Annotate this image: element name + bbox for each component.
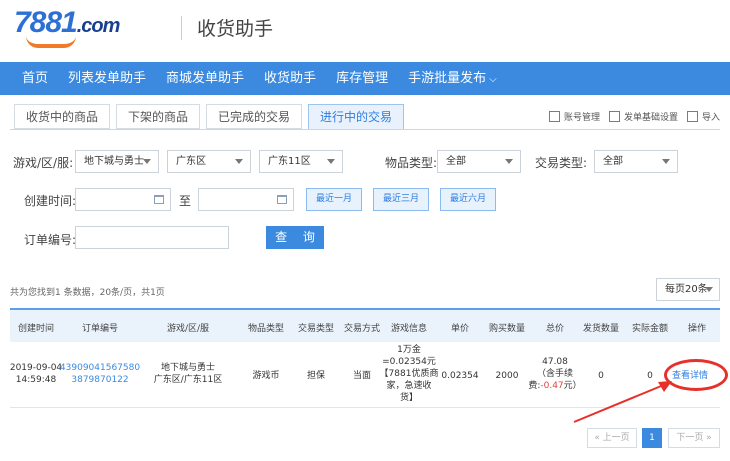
region-select[interactable]: 广东区 [167,150,251,173]
col-action: 操作 [687,324,707,334]
nav-item-list-publish[interactable]: 列表发单助手 [58,62,156,95]
trade-type-label: 交易类型: [535,156,588,170]
prev-page-button[interactable]: « 上一页 [587,428,637,448]
end-date-input[interactable] [198,188,294,211]
per-page-select[interactable]: 每页20条 [656,278,720,301]
trade-type-select[interactable]: 全部 [594,150,678,173]
col-game-info: 游戏信息 [390,324,428,334]
nav-item-home[interactable]: 首页 [12,62,58,95]
dropdown-arrow-icon [143,159,151,164]
calendar-icon [154,195,164,204]
dropdown-arrow-icon [235,159,243,164]
dropdown-arrow-icon [705,287,713,292]
edit-icon [686,111,698,122]
main-nav: 首页 列表发单助手 商城发单助手 收货助手 库存管理 手游批量发布 ⌵ [0,62,730,95]
nav-item-mall-publish[interactable]: 商城发单助手 [156,62,254,95]
item-type-label: 物品类型: [385,156,438,170]
dropdown-arrow-icon [327,159,335,164]
view-detail-link[interactable]: 查看详情 [672,368,708,381]
import-link[interactable]: 导入 [686,110,720,123]
clipboard-icon [608,111,620,122]
tab-in-progress[interactable]: 进行中的交易 [308,104,405,130]
cell-unit-price: 0.02354 [441,371,479,381]
table-header: 创建时间 订单编号 游戏/区/服 物品类型 交易类型 交易方式 游戏信息 单价 … [10,308,720,342]
cell-game-info: 1万金 =0.02354元 【7881优质商 家，急速收 货】 [379,345,439,403]
page-1-button[interactable]: 1 [642,428,662,448]
cell-created: 2019-09-04 14:59:48 [9,363,63,385]
nav-item-receive-helper[interactable]: 收货助手 [254,62,326,95]
last-month-button[interactable]: 最近一月 [306,188,362,211]
dropdown-arrow-icon [505,159,513,164]
logo-smile-mark [26,36,76,48]
search-button[interactable]: 查 询 [266,226,324,249]
chevron-down-icon: ⌵ [489,74,497,85]
col-item-type: 物品类型 [247,324,285,334]
last-six-months-button[interactable]: 最近六月 [440,188,496,211]
result-summary: 共为您找到1 条数据，20条/页，共1页 [10,288,165,298]
server-select[interactable]: 广东11区 [259,150,343,173]
start-date-input[interactable] [75,188,171,211]
tab-completed[interactable]: 已完成的交易 [206,104,303,129]
cell-game: 地下城与勇士 广东区/广东11区 [153,363,223,385]
dropdown-arrow-icon [662,159,670,164]
tab-receiving[interactable]: 收货中的商品 [14,104,111,129]
item-type-select[interactable]: 全部 [437,150,521,173]
header: 7881.com 收货助手 [0,0,730,62]
tab-bar: 收货中的商品 下架的商品 已完成的交易 进行中的交易 [14,104,410,130]
date-to-label: 至 [179,194,192,208]
publish-settings-link[interactable]: 发单基础设置 [608,110,678,123]
cell-trade-type: 担保 [306,371,326,381]
col-trade-method: 交易方式 [343,324,381,334]
cell-order-no[interactable]: 43909041567580 3879870122 [60,362,140,386]
cell-item-type: 游戏币 [252,371,280,381]
col-actual: 实际金额 [631,324,669,334]
site-logo[interactable]: 7881.com [14,6,120,40]
page: 7881.com 收货助手 首页 列表发单助手 商城发单助手 收货助手 库存管理… [0,0,730,461]
game-select[interactable]: 地下城与勇士 [75,150,159,173]
game-filter-label: 游戏/区/服: [13,156,74,170]
col-order-no: 订单编号 [81,324,119,334]
col-total: 总价 [545,324,565,334]
nav-item-inventory[interactable]: 库存管理 [326,62,398,95]
calendar-icon [277,195,287,204]
tab-links: 账号管理 发单基础设置 导入 [540,110,720,123]
page-title: 收货助手 [197,19,274,40]
tab-underline [10,129,720,130]
col-shipped: 发货数量 [582,324,620,334]
order-number-input[interactable] [75,226,229,249]
last-three-months-button[interactable]: 最近三月 [373,188,429,211]
cell-quantity: 2000 [495,371,519,381]
cell-trade-method: 当面 [352,371,372,381]
nav-item-mobile-batch[interactable]: 手游批量发布 ⌵ [398,62,507,95]
order-number-label: 订单编号: [24,233,77,247]
col-trade-type: 交易类型 [297,324,335,334]
next-page-button[interactable]: 下一页 » [668,428,720,448]
header-divider [181,16,182,40]
tab-delisted[interactable]: 下架的商品 [116,104,201,129]
col-unit-price: 单价 [450,324,470,334]
col-quantity: 购买数量 [488,324,526,334]
account-icon [548,111,560,122]
fee-amount: -0.47 [540,381,564,391]
col-created: 创建时间 [17,324,55,334]
created-time-label: 创建时间: [24,194,77,208]
col-game: 游戏/区/服 [166,324,210,334]
account-manage-link[interactable]: 账号管理 [548,110,600,123]
